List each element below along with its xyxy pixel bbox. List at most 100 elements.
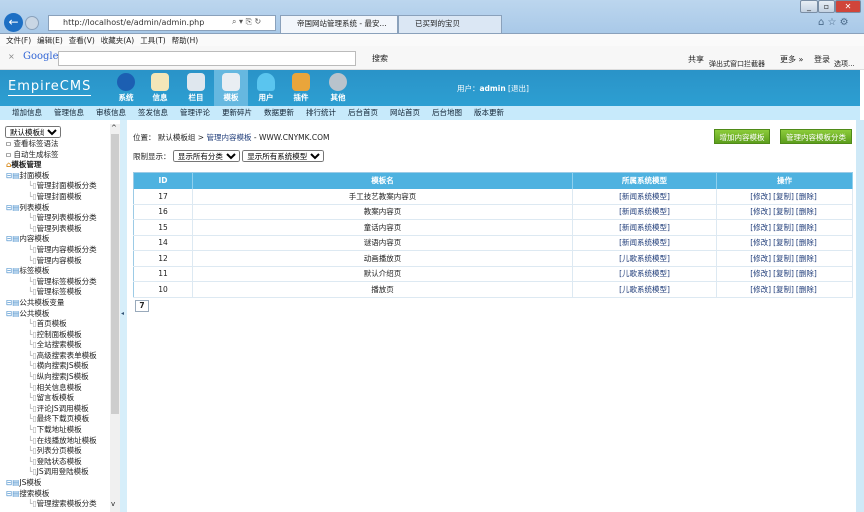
subnav-item[interactable]: 更新碎片	[222, 106, 252, 120]
subnav-item[interactable]: 网站首页	[390, 106, 420, 120]
subnav-item[interactable]: 版本更新	[474, 106, 504, 120]
tree-leaf[interactable]: └▯管理内容模板	[6, 256, 97, 267]
tree-leaf[interactable]: └▯在线播放地址模板	[6, 436, 97, 447]
login-button[interactable]: 登录	[814, 54, 830, 65]
tree-folder[interactable]: ⊟▤搜索模板	[6, 489, 97, 500]
search-refresh-icons[interactable]: ⌕ ▾ ⎘ ↻	[232, 17, 261, 27]
auto-generate-tag-link[interactable]: ▫ 自动生成标签	[6, 150, 97, 161]
tree-leaf[interactable]: └▯管理列表模板分类	[6, 213, 97, 224]
tree-leaf[interactable]: └▯管理内容模板分类	[6, 245, 97, 256]
tree-folder[interactable]: ⊟▤公共模板	[6, 309, 97, 320]
nav-template[interactable]: 模板	[214, 70, 248, 106]
tree-folder[interactable]: ⊟▤封面模板	[6, 171, 97, 182]
tree-leaf[interactable]: └▯列表分页模板	[6, 446, 97, 457]
subnav-item[interactable]: 后台地图	[432, 106, 462, 120]
edit-link[interactable]: [修改]	[750, 269, 771, 278]
tree-leaf[interactable]: └▯相关信息模板	[6, 383, 97, 394]
subnav-item[interactable]: 排行统计	[306, 106, 336, 120]
manage-template-class-button[interactable]: 管理内容模板分类	[780, 129, 852, 144]
tree-folder[interactable]: ⊟▤内容模板	[6, 234, 97, 245]
breadcrumb-group[interactable]: 默认模板组	[158, 133, 196, 142]
subnav-item[interactable]: 管理评论	[180, 106, 210, 120]
popup-blocker-button[interactable]: 弹出式窗口拦截器	[709, 59, 765, 69]
tree-leaf[interactable]: └▯评论JS调用模板	[6, 404, 97, 415]
delete-link[interactable]: [删除]	[796, 238, 817, 247]
tree-folder[interactable]: ⊟▤公共模板变量	[6, 298, 97, 309]
more-button[interactable]: 更多 »	[780, 54, 803, 65]
tree-leaf[interactable]: └▯管理封面模板分类	[6, 181, 97, 192]
delete-link[interactable]: [删除]	[796, 254, 817, 263]
delete-link[interactable]: [删除]	[796, 223, 817, 232]
tree-leaf[interactable]: └▯首页模板	[6, 319, 97, 330]
share-button[interactable]: 共享	[688, 54, 704, 65]
copy-link[interactable]: [复制]	[773, 238, 794, 247]
menu-view[interactable]: 查看(V)	[69, 36, 95, 45]
menu-edit[interactable]: 编辑(E)	[37, 36, 63, 45]
tree-leaf[interactable]: └▯横向搜索JS模板	[6, 361, 97, 372]
tree-leaf[interactable]: └▯管理搜索模板分类	[6, 499, 97, 510]
nav-system[interactable]: 系统	[110, 70, 142, 106]
nav-column[interactable]: 栏目	[180, 70, 212, 106]
edit-link[interactable]: [修改]	[750, 238, 771, 247]
tree-leaf[interactable]: └▯管理封面模板	[6, 192, 97, 203]
edit-link[interactable]: [修改]	[750, 207, 771, 216]
minimize-button[interactable]: _	[800, 0, 818, 13]
menu-help[interactable]: 帮助(H)	[172, 36, 199, 45]
close-button[interactable]: ✕	[835, 0, 861, 13]
tree-leaf[interactable]: └▯管理标签模板	[6, 287, 97, 298]
menu-tools[interactable]: 工具(T)	[140, 36, 165, 45]
tree-leaf[interactable]: └▯下载地址模板	[6, 425, 97, 436]
menu-file[interactable]: 文件(F)	[6, 36, 31, 45]
copy-link[interactable]: [复制]	[773, 192, 794, 201]
tree-leaf[interactable]: └▯全站搜索模板	[6, 340, 97, 351]
google-search-input[interactable]	[58, 51, 356, 66]
google-search-button[interactable]: 搜索	[372, 53, 388, 64]
subnav-item[interactable]: 数据更新	[264, 106, 294, 120]
sidebar-scrollbar[interactable]: ^ v	[110, 124, 120, 512]
tree-leaf[interactable]: └▯最终下载页模板	[6, 414, 97, 425]
copy-link[interactable]: [复制]	[773, 207, 794, 216]
forward-button[interactable]	[25, 16, 39, 30]
tree-leaf[interactable]: └▯管理标签模板分类	[6, 277, 97, 288]
tree-leaf[interactable]: └▯登陆状态模板	[6, 457, 97, 468]
copy-link[interactable]: [复制]	[773, 254, 794, 263]
edit-link[interactable]: [修改]	[750, 192, 771, 201]
add-content-template-button[interactable]: 增加内容模板	[714, 129, 770, 144]
subnav-item[interactable]: 增加信息	[12, 106, 42, 120]
tree-folder[interactable]: ⊟▤标签模板	[6, 266, 97, 277]
template-group-select[interactable]: 默认模板组	[5, 126, 61, 138]
tree-leaf[interactable]: └▯留言板模板	[6, 393, 97, 404]
home-star-gear-icons[interactable]: ⌂ ☆ ⚙	[818, 17, 849, 28]
view-tag-syntax-link[interactable]: ▫ 查看标签语法	[6, 139, 97, 150]
nav-user[interactable]: 用户	[250, 70, 282, 106]
copy-link[interactable]: [复制]	[773, 269, 794, 278]
tree-folder[interactable]: ⊟▤列表模板	[6, 203, 97, 214]
close-toolbar-icon[interactable]: ×	[8, 52, 15, 61]
subnav-item[interactable]: 审核信息	[96, 106, 126, 120]
edit-link[interactable]: [修改]	[750, 254, 771, 263]
edit-link[interactable]: [修改]	[750, 285, 771, 294]
delete-link[interactable]: [删除]	[796, 192, 817, 201]
model-filter-select[interactable]: 显示所有系统模型	[242, 150, 325, 162]
subnav-item[interactable]: 后台首页	[348, 106, 378, 120]
back-button[interactable]: ←	[4, 13, 23, 32]
nav-info[interactable]: 信息	[144, 70, 176, 106]
tab-taobao[interactable]: 已买到的宝贝	[398, 15, 502, 33]
tree-leaf[interactable]: └▯纵向搜索JS模板	[6, 372, 97, 383]
tree-leaf[interactable]: └▯JS调用登陆模板	[6, 467, 97, 478]
tree-leaf[interactable]: └▯管理列表模板	[6, 224, 97, 235]
tree-folder[interactable]: ⊟▤JS模板	[6, 478, 97, 489]
class-filter-select[interactable]: 显示所有分类	[172, 150, 240, 162]
edit-link[interactable]: [修改]	[750, 223, 771, 232]
nav-plugin[interactable]: 插件	[285, 70, 317, 106]
delete-link[interactable]: [删除]	[796, 207, 817, 216]
logout-link[interactable]: [退出]	[508, 84, 529, 93]
menu-favorites[interactable]: 收藏夹(A)	[101, 36, 134, 45]
sidebar-splitter[interactable]: ◂	[120, 120, 127, 512]
delete-link[interactable]: [删除]	[796, 269, 817, 278]
tree-leaf[interactable]: └▯高级搜索表单模板	[6, 351, 97, 362]
maximize-button[interactable]: ▫	[818, 0, 835, 13]
delete-link[interactable]: [删除]	[796, 285, 817, 294]
nav-other[interactable]: 其他	[322, 70, 354, 106]
subnav-item[interactable]: 管理信息	[54, 106, 84, 120]
